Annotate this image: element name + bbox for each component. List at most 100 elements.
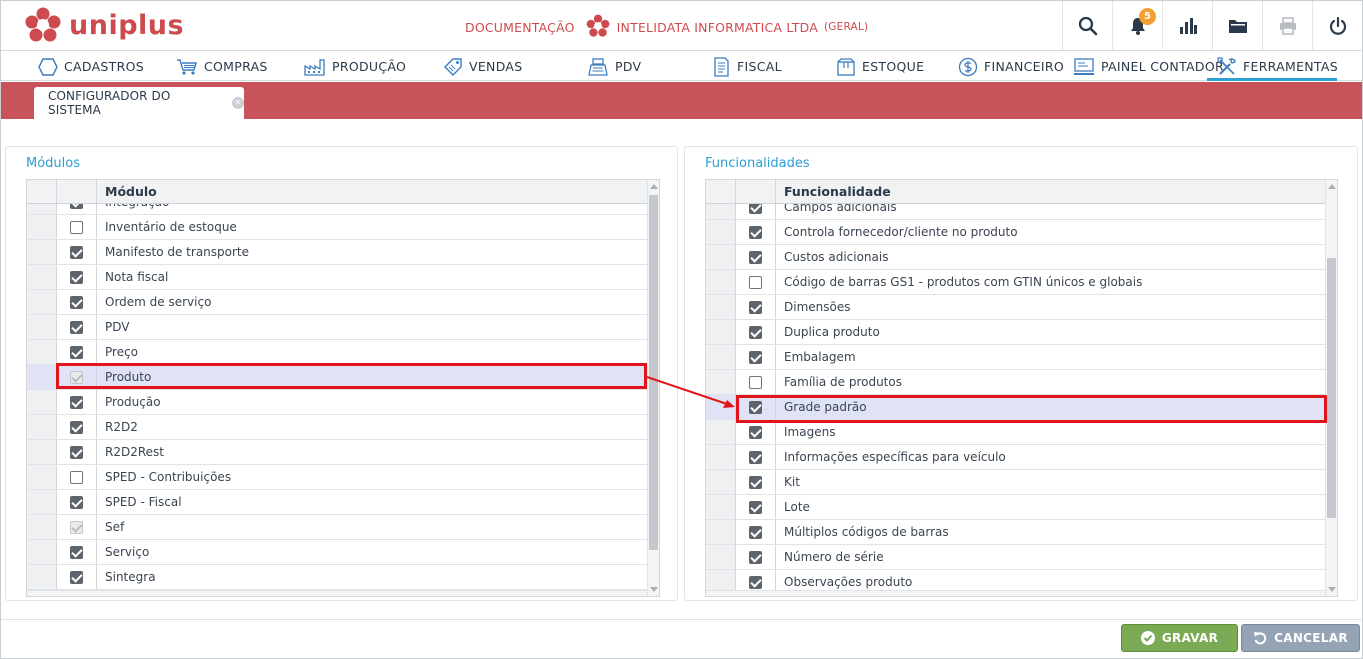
table-row[interactable]: Kit	[706, 470, 1325, 495]
row-checkbox[interactable]	[70, 545, 83, 559]
row-checkbox[interactable]	[70, 270, 83, 284]
app-logo[interactable]: uniplus	[23, 5, 184, 45]
nav-painel-contador[interactable]: PAINEL CONTADOR	[1073, 52, 1224, 81]
checkbox-column-header[interactable]	[736, 180, 776, 203]
save-button[interactable]: GRAVAR	[1121, 624, 1238, 652]
row-checkbox[interactable]	[749, 225, 762, 239]
features-scrollbar[interactable]	[1325, 180, 1337, 596]
table-row[interactable]: R2D2Rest	[27, 440, 647, 465]
row-indicator[interactable]	[27, 390, 57, 414]
table-row[interactable]: Sintegra	[27, 565, 647, 590]
row-indicator[interactable]	[27, 465, 57, 489]
row-checkbox[interactable]	[70, 320, 83, 334]
row-checkbox[interactable]	[749, 400, 762, 414]
nav-fiscal[interactable]: FISCAL	[711, 52, 836, 81]
row-indicator[interactable]	[706, 270, 736, 294]
table-row[interactable]: Informações específicas para veículo	[706, 445, 1325, 470]
row-indicator[interactable]	[706, 204, 736, 219]
table-row[interactable]: Ordem de serviço	[27, 290, 647, 315]
row-checkbox[interactable]	[70, 470, 83, 484]
modules-hscroll[interactable]	[27, 590, 647, 596]
row-checkbox[interactable]	[749, 204, 762, 214]
row-indicator[interactable]	[706, 220, 736, 244]
row-indicator[interactable]	[27, 265, 57, 289]
row-indicator[interactable]	[706, 370, 736, 394]
row-checkbox[interactable]	[749, 425, 762, 439]
feature-column-header[interactable]: Funcionalidade	[776, 180, 1325, 203]
row-indicator[interactable]	[706, 420, 736, 444]
table-row[interactable]: R2D2	[27, 415, 647, 440]
files-button[interactable]	[1212, 1, 1262, 51]
documentation-link[interactable]: DOCUMENTAÇÃO	[465, 20, 575, 35]
row-indicator[interactable]	[27, 240, 57, 264]
table-row[interactable]: SPED - Fiscal	[27, 490, 647, 515]
table-row[interactable]: SPED - Contribuições	[27, 465, 647, 490]
row-checkbox[interactable]	[70, 495, 83, 509]
table-row[interactable]: Controla fornecedor/cliente no produto	[706, 220, 1325, 245]
nav-compras[interactable]: COMPRAS	[176, 52, 304, 81]
row-indicator[interactable]	[706, 395, 736, 419]
table-row[interactable]: Imagens	[706, 420, 1325, 445]
table-row[interactable]: Dimensões	[706, 295, 1325, 320]
row-indicator[interactable]	[27, 315, 57, 339]
row-checkbox[interactable]	[749, 375, 762, 389]
nav-vendas[interactable]: VENDAS	[443, 52, 587, 81]
scroll-up-arrow-icon[interactable]	[650, 184, 658, 189]
company-name[interactable]: INTELIDATA INFORMATICA LTDA	[617, 20, 818, 35]
table-row[interactable]: Família de produtos	[706, 370, 1325, 395]
reports-button[interactable]	[1162, 1, 1212, 51]
row-indicator[interactable]	[27, 365, 57, 389]
row-indicator[interactable]	[706, 545, 736, 569]
scroll-thumb[interactable]	[649, 195, 658, 550]
table-row[interactable]: Código de barras GS1 - produtos com GTIN…	[706, 270, 1325, 295]
row-checkbox[interactable]	[70, 345, 83, 359]
cancel-button[interactable]: CANCELAR	[1241, 624, 1360, 652]
row-checkbox[interactable]	[749, 575, 762, 589]
row-indicator[interactable]	[27, 340, 57, 364]
row-indicator[interactable]	[27, 490, 57, 514]
row-indicator[interactable]	[706, 520, 736, 544]
notifications-button[interactable]: 5	[1112, 1, 1162, 51]
table-row[interactable]: Custos adicionais	[706, 245, 1325, 270]
table-row[interactable]: Embalagem	[706, 345, 1325, 370]
row-checkbox[interactable]	[749, 525, 762, 539]
scroll-thumb[interactable]	[1327, 258, 1336, 518]
modules-grid-body[interactable]: Integração Inventário de estoque Manifesto…	[27, 204, 647, 590]
table-row[interactable]: Inventário de estoque	[27, 215, 647, 240]
nav-pdv[interactable]: PDV	[587, 52, 711, 81]
scroll-down-arrow-icon[interactable]	[1328, 587, 1336, 592]
row-indicator[interactable]	[27, 540, 57, 564]
row-indicator[interactable]	[27, 440, 57, 464]
row-indicator[interactable]	[27, 290, 57, 314]
row-indicator[interactable]	[706, 295, 736, 319]
row-indicator[interactable]	[27, 204, 57, 214]
row-checkbox[interactable]	[749, 500, 762, 514]
row-indicator[interactable]	[706, 445, 736, 469]
row-checkbox[interactable]	[70, 295, 83, 309]
row-checkbox[interactable]	[749, 475, 762, 489]
table-row[interactable]: Lote	[706, 495, 1325, 520]
row-checkbox[interactable]	[70, 395, 83, 409]
table-row[interactable]: Observações produto	[706, 570, 1325, 590]
close-icon[interactable]: ×	[232, 97, 244, 109]
row-checkbox[interactable]	[70, 445, 83, 459]
modules-scrollbar[interactable]	[647, 180, 659, 596]
row-checkbox[interactable]	[70, 245, 83, 259]
table-row[interactable]: Múltiplos códigos de barras	[706, 520, 1325, 545]
table-row[interactable]: Produção	[27, 390, 647, 415]
row-indicator[interactable]	[706, 570, 736, 590]
row-checkbox[interactable]	[749, 325, 762, 339]
row-checkbox[interactable]	[749, 350, 762, 364]
row-checkbox[interactable]	[749, 450, 762, 464]
row-indicator[interactable]	[706, 320, 736, 344]
table-row[interactable]: Produto	[27, 365, 647, 390]
row-indicator[interactable]	[706, 470, 736, 494]
row-indicator[interactable]	[706, 245, 736, 269]
row-indicator[interactable]	[27, 515, 57, 539]
tab-configurador-do-sistema[interactable]: CONFIGURADOR DO SISTEMA ×	[34, 87, 244, 119]
module-column-header[interactable]: Módulo	[97, 180, 647, 203]
search-button[interactable]	[1062, 1, 1112, 51]
features-grid-body[interactable]: Campos adicionais Controla fornecedor/cli…	[706, 204, 1325, 590]
row-checkbox[interactable]	[70, 420, 83, 434]
table-row[interactable]: Campos adicionais	[706, 204, 1325, 220]
